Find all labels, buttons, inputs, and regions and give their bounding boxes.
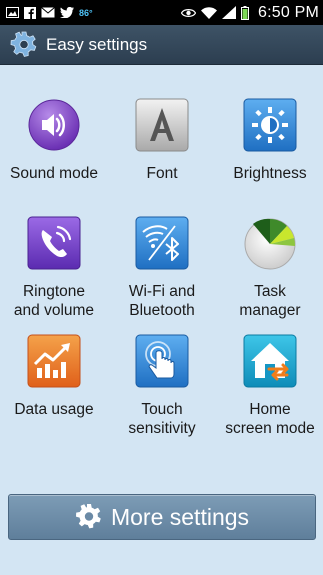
system-icons: 6:50 PM — [181, 4, 319, 22]
wifi-icon — [201, 6, 217, 19]
mail-icon — [41, 7, 55, 18]
tile-label: Sound mode — [10, 165, 98, 182]
bottom-spacer — [0, 560, 323, 575]
touch-icon — [135, 334, 189, 388]
gear-icon — [10, 31, 38, 59]
settings-grid: Sound mode Font Brightness Ringtone and … — [0, 87, 323, 441]
tile-label: Home screen mode — [225, 401, 315, 437]
tile-task-manager[interactable]: Task manager — [216, 205, 323, 323]
tile-label: Wi-Fi and Bluetooth — [128, 283, 196, 319]
data-usage-icon — [27, 334, 81, 388]
status-bar: 86° 6:50 PM — [0, 0, 323, 25]
wifi-bluetooth-icon — [135, 216, 189, 270]
eye-icon — [181, 8, 196, 18]
speaker-icon — [28, 99, 80, 151]
tile-label: Task manager — [239, 283, 301, 319]
image-icon — [6, 7, 19, 18]
tile-label: Ringtone and volume — [13, 283, 95, 319]
tile-label: Font — [146, 165, 178, 182]
facebook-icon — [24, 6, 36, 19]
pie-chart-icon — [244, 218, 296, 270]
tile-ringtone-volume[interactable]: Ringtone and volume — [0, 205, 108, 323]
tile-label: Touch sensitivity — [128, 401, 196, 437]
tile-wifi-bluetooth[interactable]: Wi-Fi and Bluetooth — [108, 205, 216, 323]
home-icon — [243, 334, 297, 388]
more-settings-button[interactable]: More settings — [8, 494, 316, 540]
clock: 6:50 PM — [258, 3, 319, 21]
tile-sound-mode[interactable]: Sound mode — [0, 87, 108, 205]
brightness-icon — [243, 98, 297, 152]
tile-label: Brightness — [233, 165, 307, 182]
weather-temperature: 86° — [79, 7, 93, 18]
gear-icon — [75, 503, 103, 531]
tile-data-usage[interactable]: Data usage — [0, 323, 108, 441]
more-settings-label: More settings — [110, 503, 250, 530]
phone-ring-icon — [27, 216, 81, 270]
notification-icons: 86° — [6, 6, 93, 19]
twitter-icon — [60, 7, 74, 18]
tile-brightness[interactable]: Brightness — [216, 87, 323, 205]
page-title: Easy settings — [46, 34, 148, 54]
battery-icon — [241, 5, 249, 20]
font-icon — [135, 98, 189, 152]
title-bar: Easy settings — [0, 25, 323, 65]
tile-home-screen-mode[interactable]: Home screen mode — [216, 323, 323, 441]
tile-font[interactable]: Font — [108, 87, 216, 205]
signal-icon — [222, 6, 236, 19]
tile-label: Data usage — [14, 401, 94, 418]
tile-touch-sensitivity[interactable]: Touch sensitivity — [108, 323, 216, 441]
